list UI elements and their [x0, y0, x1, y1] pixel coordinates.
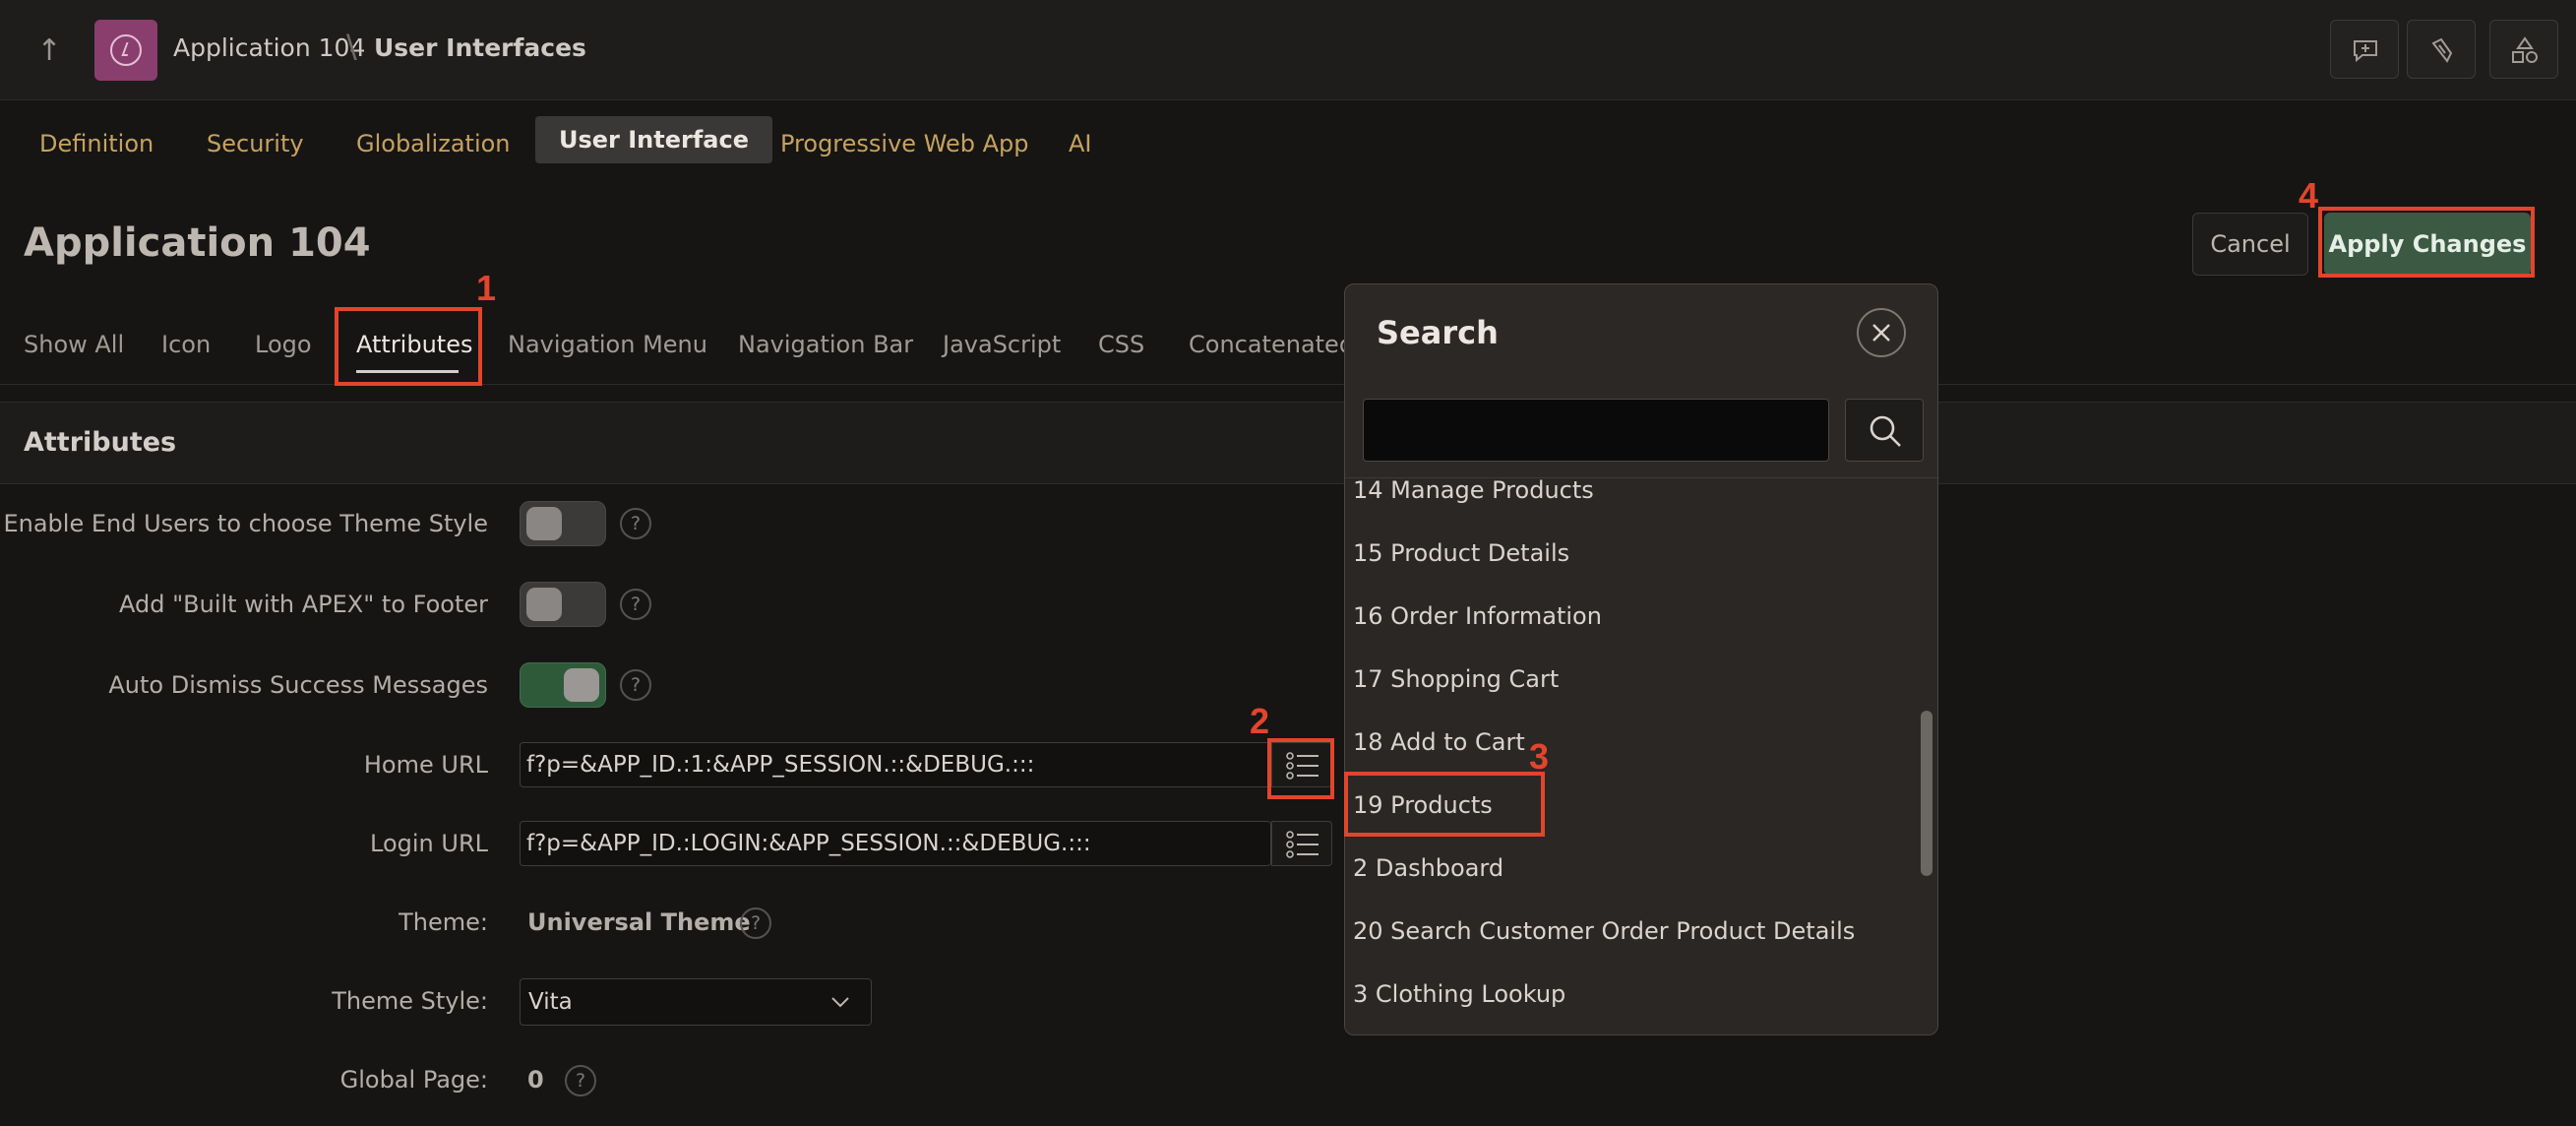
- subtab-css[interactable]: CSS: [1098, 331, 1144, 358]
- comment-plus-icon: [2354, 40, 2377, 63]
- auto-dismiss-toggle[interactable]: [520, 662, 606, 708]
- breadcrumb-application[interactable]: Application 104: [173, 33, 365, 62]
- shapes-button[interactable]: [2489, 20, 2558, 79]
- cancel-button[interactable]: Cancel: [2192, 213, 2308, 276]
- breadcrumb-separator: \: [346, 28, 357, 65]
- list-item[interactable]: 17 Shopping Cart: [1353, 665, 1559, 693]
- dialog-search-button[interactable]: [1845, 399, 1924, 462]
- login-url-list-button[interactable]: [1271, 821, 1332, 866]
- list-item[interactable]: 2 Dashboard: [1353, 854, 1503, 882]
- list-item[interactable]: 16 Order Information: [1353, 602, 1602, 630]
- search-icon: [1870, 415, 1901, 447]
- built-with-apex-toggle[interactable]: [520, 582, 606, 627]
- theme-style-selected-value: Vita: [528, 989, 573, 1015]
- app-icon: [94, 20, 157, 81]
- comment-add-button[interactable]: [2330, 20, 2399, 79]
- subtab-javascript[interactable]: JavaScript: [943, 331, 1061, 358]
- theme-style-choice-toggle[interactable]: [520, 501, 606, 546]
- subtab-logo[interactable]: Logo: [255, 331, 312, 358]
- subtab-navigation-bar[interactable]: Navigation Bar: [738, 331, 913, 358]
- subtab-show-all[interactable]: Show All: [24, 331, 124, 358]
- tab-globalization[interactable]: Globalization: [356, 124, 511, 163]
- chevron-down-icon: [831, 997, 849, 1008]
- tab-definition[interactable]: Definition: [39, 124, 153, 163]
- list-item[interactable]: 14 Manage Products: [1353, 476, 1594, 504]
- annotation-box-2: [1267, 738, 1334, 799]
- section-header: [0, 402, 2576, 484]
- help-icon[interactable]: ?: [565, 1065, 596, 1096]
- annotation-box-4: [2318, 207, 2535, 278]
- list-icon: [1286, 831, 1319, 858]
- annotation-box-3: [1344, 772, 1545, 837]
- tab-user-interface[interactable]: User Interface: [535, 116, 772, 163]
- theme-style-label: Theme Style:: [332, 987, 488, 1015]
- search-dialog: Search 14 Manage Products 15 Product Det…: [1344, 283, 1938, 1035]
- dialog-results-list: 14 Manage Products 15 Product Details 16…: [1345, 476, 1937, 1034]
- annotation-box-1: [335, 307, 482, 386]
- subtab-navigation-menu[interactable]: Navigation Menu: [508, 331, 707, 358]
- dialog-title: Search: [1377, 314, 1499, 351]
- section-title: Attributes: [24, 427, 177, 458]
- list-item[interactable]: 3 Clothing Lookup: [1353, 980, 1565, 1008]
- annotation-number-2: 2: [1250, 701, 1270, 741]
- shared-components-button[interactable]: [2407, 20, 2476, 79]
- help-icon[interactable]: ?: [620, 508, 651, 539]
- tab-progressive-web-app[interactable]: Progressive Web App: [780, 124, 1029, 163]
- dialog-search-input[interactable]: [1363, 399, 1829, 462]
- tab-security[interactable]: Security: [207, 124, 304, 163]
- dialog-scrollbar[interactable]: [1921, 711, 1932, 876]
- login-url-label: Login URL: [370, 830, 488, 857]
- help-icon[interactable]: ?: [740, 907, 771, 939]
- help-icon[interactable]: ?: [620, 669, 651, 701]
- login-url-input[interactable]: f?p=&APP_ID.:LOGIN:&APP_SESSION.::&DEBUG…: [520, 821, 1271, 866]
- close-icon: [1872, 324, 1890, 342]
- auto-dismiss-label: Auto Dismiss Success Messages: [108, 671, 488, 699]
- theme-value: Universal Theme: [527, 908, 751, 936]
- subtab-concatenated[interactable]: Concatenated: [1189, 331, 1354, 358]
- page-title: Application 104: [24, 220, 371, 266]
- global-page-label: Global Page:: [339, 1066, 488, 1094]
- theme-style-choice-label: Enable End Users to choose Theme Style: [3, 510, 488, 537]
- close-button[interactable]: [1857, 308, 1906, 357]
- home-url-input[interactable]: f?p=&APP_ID.:1:&APP_SESSION.::&DEBUG.:::: [520, 742, 1271, 787]
- global-page-value: 0: [527, 1066, 544, 1094]
- annotation-number-1: 1: [476, 268, 497, 308]
- wand-icon: [2431, 37, 2453, 63]
- annotation-number-3: 3: [1529, 736, 1550, 777]
- theme-label: Theme:: [399, 908, 488, 936]
- shapes-icon: [2512, 36, 2538, 63]
- tab-ai[interactable]: AI: [1069, 124, 1092, 163]
- breadcrumb-current-page: User Interfaces: [374, 33, 586, 62]
- built-with-apex-label: Add "Built with APEX" to Footer: [119, 591, 488, 618]
- annotation-number-4: 4: [2299, 175, 2319, 216]
- navigate-up-icon[interactable]: ↑: [28, 31, 71, 71]
- subtab-icon[interactable]: Icon: [161, 331, 211, 358]
- home-url-label: Home URL: [363, 751, 488, 779]
- help-icon[interactable]: ?: [620, 589, 651, 620]
- theme-style-select[interactable]: Vita: [520, 978, 872, 1026]
- list-item[interactable]: 15 Product Details: [1353, 539, 1569, 567]
- list-item[interactable]: 20 Search Customer Order Product Details: [1353, 917, 1855, 945]
- list-item[interactable]: 18 Add to Cart: [1353, 728, 1525, 756]
